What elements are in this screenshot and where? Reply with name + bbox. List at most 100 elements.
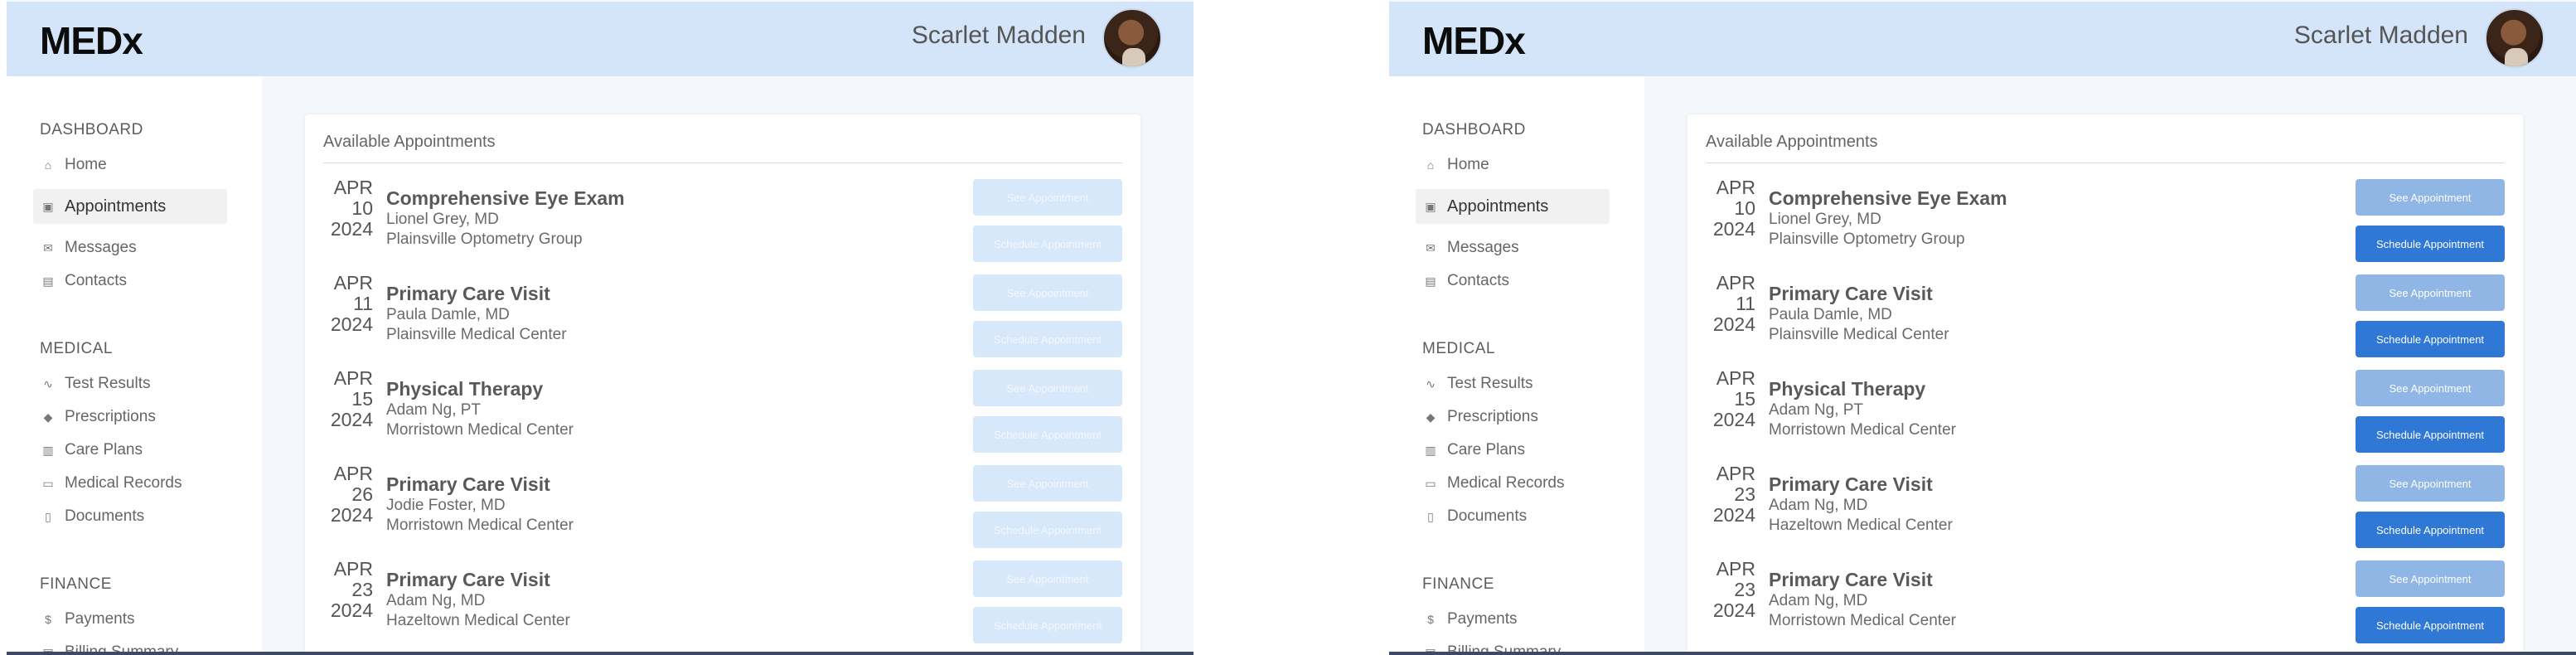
see-appointment-button[interactable]: See Appointment (2356, 560, 2505, 597)
schedule-appointment-button[interactable]: Schedule Appointment (973, 321, 1122, 357)
sidebar-item-messages[interactable]: ✉ Messages (33, 230, 227, 265)
top-header: MEDx Scarlet Madden (1389, 2, 2576, 76)
sidebar-item-medical-records[interactable]: ▭ Medical Records (33, 466, 227, 501)
schedule-appointment-button[interactable]: Schedule Appointment (973, 416, 1122, 453)
section-medical: MEDICAL (40, 340, 113, 357)
date-month: APR (1716, 272, 1755, 294)
sidebar-item-label: Home (1447, 156, 1489, 173)
appointment-doctor: Jodie Foster, MD (386, 497, 506, 514)
schedule-appointment-button[interactable]: Schedule Appointment (2356, 416, 2505, 453)
sidebar-item-label: Care Plans (65, 441, 143, 458)
see-appointment-button[interactable]: See Appointment (2356, 370, 2505, 406)
sidebar-item-documents[interactable]: ▯ Documents (1416, 499, 1610, 534)
sidebar-item-messages[interactable]: ✉ Messages (1416, 230, 1610, 265)
date-year: 2024 (1712, 599, 1755, 621)
sidebar-item-documents[interactable]: ▯ Documents (33, 499, 227, 534)
see-appointment-button[interactable]: See Appointment (2356, 179, 2505, 216)
sidebar-item-test-results[interactable]: ∿ Test Results (1416, 366, 1610, 401)
sidebar-item-medical-records[interactable]: ▭ Medical Records (1416, 466, 1610, 501)
schedule-appointment-button[interactable]: Schedule Appointment (973, 226, 1122, 262)
sidebar-item-label: Messages (1447, 239, 1519, 256)
sidebar-item-label: Contacts (1447, 272, 1509, 289)
schedule-appointment-button[interactable]: Schedule Appointment (973, 607, 1122, 643)
see-appointment-button[interactable]: See Appointment (973, 274, 1122, 311)
see-appointment-button[interactable]: See Appointment (973, 370, 1122, 406)
appointment-doctor: Adam Ng, MD (386, 592, 486, 609)
schedule-appointment-button[interactable]: Schedule Appointment (2356, 321, 2505, 357)
appointments-card: Available Appointments APR 10 2024 Compreh… (305, 114, 1140, 655)
sidebar-item-payments[interactable]: $ Payments (33, 602, 227, 637)
sidebar-item-home[interactable]: ⌂ Home (1416, 148, 1610, 182)
appointment-date: APR 10 2024 (1706, 177, 1755, 240)
appointment-date: APR 10 2024 (323, 177, 373, 240)
appointment-row: APR 10 2024 Comprehensive Eye Exam Lionel … (1706, 177, 2505, 269)
pill-icon: ◆ (43, 410, 53, 424)
schedule-appointment-button[interactable]: Schedule Appointment (2356, 226, 2505, 262)
sidebar-item-label: Documents (65, 507, 145, 525)
see-appointment-button[interactable]: See Appointment (973, 465, 1122, 502)
sidebar-item-care-plans[interactable]: ▥ Care Plans (1416, 433, 1610, 468)
appointment-date: APR 23 2024 (323, 559, 373, 621)
date-day: 23 (1734, 483, 1755, 505)
pill-icon: ◆ (1426, 410, 1436, 424)
user-avatar[interactable] (1102, 8, 1162, 68)
folder-icon: ▭ (1425, 477, 1436, 490)
date-year: 2024 (1712, 409, 1755, 430)
date-year: 2024 (1712, 313, 1755, 335)
app-logo[interactable]: MEDx (40, 18, 143, 63)
appointment-location: Plainsville Medical Center (1769, 326, 1949, 343)
sidebar-item-label: Contacts (65, 272, 127, 289)
sidebar-item-payments[interactable]: $ Payments (1416, 602, 1610, 637)
date-day: 10 (1734, 197, 1755, 219)
appointment-date: APR 11 2024 (1706, 273, 1755, 335)
date-year: 2024 (330, 313, 373, 335)
sidebar-item-appointments[interactable]: ▣ Appointments (33, 189, 227, 224)
see-appointment-button[interactable]: See Appointment (2356, 274, 2505, 311)
appointments-card: Available Appointments APR 10 2024 Compreh… (1687, 114, 2523, 655)
screenshot-stage: MEDx Scarlet Madden DASHBOARD ⌂ Home ▣ App… (0, 0, 2576, 655)
appointment-location: Morristown Medical Center (1769, 421, 1956, 439)
schedule-appointment-button[interactable]: Schedule Appointment (2356, 512, 2505, 548)
sidebar-item-test-results[interactable]: ∿ Test Results (33, 366, 227, 401)
user-name[interactable]: Scarlet Madden (2294, 22, 2468, 50)
section-dashboard: DASHBOARD (1422, 121, 1526, 138)
schedule-appointment-button[interactable]: Schedule Appointment (2356, 607, 2505, 643)
see-appointment-button[interactable]: See Appointment (973, 560, 1122, 597)
appointment-date: APR 26 2024 (323, 463, 373, 526)
appointment-doctor: Paula Damle, MD (386, 306, 510, 323)
see-appointment-button[interactable]: See Appointment (973, 179, 1122, 216)
appointment-row: APR 15 2024 Physical Therapy Adam Ng, PT M… (1706, 368, 2505, 459)
date-year: 2024 (1712, 504, 1755, 526)
sidebar-item-contacts[interactable]: ▤ Contacts (1416, 264, 1610, 298)
sidebar-item-home[interactable]: ⌂ Home (33, 148, 227, 182)
sidebar-item-prescriptions[interactable]: ◆ Prescriptions (1416, 400, 1610, 434)
date-month: APR (333, 367, 373, 389)
date-month: APR (333, 272, 373, 294)
clipboard-icon: ▥ (1425, 444, 1436, 457)
appointment-row: APR 23 2024 Primary Care Visit Adam Ng, MD… (323, 559, 1122, 650)
sidebar-item-label: Prescriptions (1447, 408, 1538, 425)
app-logo[interactable]: MEDx (1422, 18, 1526, 63)
date-month: APR (1716, 463, 1755, 484)
sidebar-item-label: Medical Records (1447, 474, 1565, 492)
sidebar-item-contacts[interactable]: ▤ Contacts (33, 264, 227, 298)
dollar-icon: $ (1427, 613, 1434, 626)
date-day: 26 (351, 483, 373, 505)
sidebar-item-care-plans[interactable]: ▥ Care Plans (33, 433, 227, 468)
see-appointment-button[interactable]: See Appointment (2356, 465, 2505, 502)
sidebar-item-label: Appointments (65, 196, 167, 216)
user-avatar[interactable] (2485, 8, 2545, 68)
sidebar-item-label: Payments (1447, 610, 1518, 628)
appointment-doctor: Lionel Grey, MD (386, 211, 499, 228)
user-name[interactable]: Scarlet Madden (912, 22, 1086, 50)
appointment-title: Primary Care Visit (386, 283, 550, 304)
schedule-appointment-button[interactable]: Schedule Appointment (973, 512, 1122, 548)
sidebar-item-prescriptions[interactable]: ◆ Prescriptions (33, 400, 227, 434)
date-year: 2024 (330, 218, 373, 240)
appointment-title: Physical Therapy (386, 378, 544, 400)
appointment-row: APR 10 2024 Comprehensive Eye Exam Lionel … (323, 177, 1122, 269)
sidebar-item-appointments[interactable]: ▣ Appointments (1416, 189, 1610, 224)
appointment-title: Primary Care Visit (1769, 569, 1933, 590)
sidebar-item-label: Payments (65, 610, 135, 628)
appointment-doctor: Adam Ng, MD (1769, 497, 1868, 514)
